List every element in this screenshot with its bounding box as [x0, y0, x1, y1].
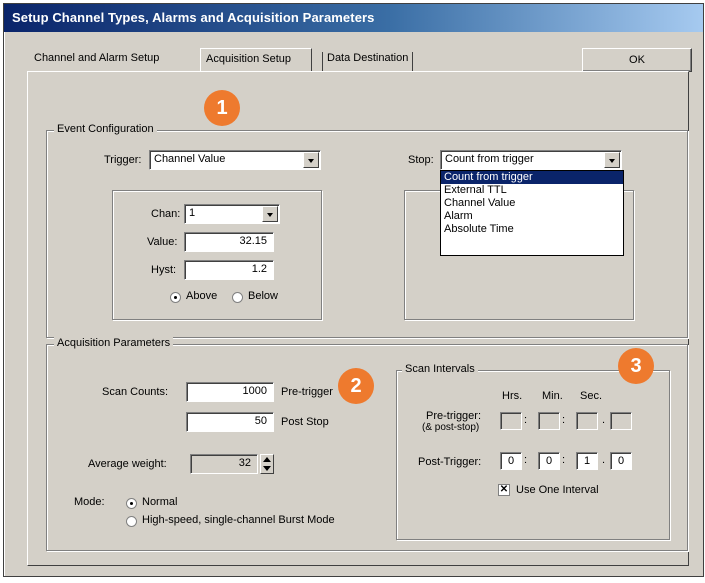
min-header: Min. [542, 390, 563, 402]
spinner-arrows-icon [263, 457, 271, 471]
pretrigger-interval-sublabel: (& post-stop) [422, 422, 480, 433]
stop-dropdown-list[interactable]: Count from trigger External TTL Channel … [440, 170, 624, 256]
mode-burst-radio[interactable] [126, 516, 137, 527]
dialog-window: Setup Channel Types, Alarms and Acquisit… [3, 3, 704, 577]
chevron-down-icon[interactable] [604, 152, 620, 168]
average-weight-input[interactable]: 32 [190, 454, 258, 474]
pretrigger-interval-label: Pre-trigger: [426, 410, 482, 422]
scan-counts-label: Scan Counts: [102, 386, 169, 398]
pre-sec-input[interactable] [576, 412, 598, 430]
trigger-select[interactable]: Channel Value [149, 150, 321, 170]
post-min-input[interactable]: 0 [538, 452, 560, 470]
stop-select[interactable]: Count from trigger [440, 150, 622, 170]
below-radio[interactable] [232, 292, 243, 303]
event-config-label: Event Configuration [54, 123, 157, 135]
pretrigger-count-input[interactable]: 1000 [186, 382, 274, 402]
hyst-label: Hyst: [151, 264, 177, 276]
hyst-input[interactable]: 1.2 [184, 260, 274, 280]
value-input[interactable]: 32.15 [184, 232, 274, 252]
above-label: Above [186, 290, 218, 302]
stop-option[interactable]: Channel Value [441, 197, 623, 210]
stop-option[interactable]: Alarm [441, 210, 623, 223]
stop-option[interactable]: Count from trigger [441, 171, 623, 184]
poststop-count-input[interactable]: 50 [186, 412, 274, 432]
pre-min-input[interactable] [538, 412, 560, 430]
chevron-down-icon[interactable] [303, 152, 319, 168]
window-title: Setup Channel Types, Alarms and Acquisit… [12, 10, 375, 25]
chan-select[interactable]: 1 [184, 204, 280, 224]
pre-hrs-input[interactable] [500, 412, 522, 430]
pre-frac-input[interactable] [610, 412, 632, 430]
value-label: Value: [147, 236, 178, 248]
scan-intervals-label: Scan Intervals [402, 363, 478, 375]
mode-burst-label: High-speed, single-channel Burst Mode [142, 514, 335, 526]
pretrigger-count-label: Pre-trigger [281, 386, 333, 398]
callout-badge-3: 3 [618, 348, 654, 384]
post-sec-input[interactable]: 1 [576, 452, 598, 470]
post-hrs-input[interactable]: 0 [500, 452, 522, 470]
trigger-label: Trigger: [104, 154, 142, 166]
callout-badge-1: 1 [204, 90, 240, 126]
average-weight-label: Average weight: [88, 458, 167, 470]
below-label: Below [248, 290, 278, 302]
use-one-interval-checkbox[interactable]: ✕ [498, 484, 510, 496]
stop-option[interactable]: External TTL [441, 184, 623, 197]
mode-normal-label: Normal [142, 496, 178, 508]
tab-channel-alarm-setup[interactable]: Channel and Alarm Setup [34, 52, 159, 71]
average-weight-spinner[interactable] [260, 454, 274, 474]
post-frac-input[interactable]: 0 [610, 452, 632, 470]
posttrigger-interval-label: Post-Trigger: [418, 456, 482, 468]
mode-normal-radio[interactable] [126, 498, 137, 509]
poststop-count-label: Post Stop [281, 416, 329, 428]
sec-header: Sec. [580, 390, 603, 402]
tab-acquisition-setup[interactable]: Acquisition Setup [200, 48, 312, 72]
mode-label: Mode: [74, 496, 105, 508]
acquisition-params-label: Acquisition Parameters [54, 337, 174, 349]
stop-label: Stop: [408, 154, 434, 166]
hrs-header: Hrs. [502, 390, 523, 402]
title-bar[interactable]: Setup Channel Types, Alarms and Acquisit… [4, 4, 703, 32]
use-one-interval-label: Use One Interval [516, 484, 599, 496]
chan-label: Chan: [151, 208, 181, 220]
stop-option[interactable]: Absolute Time [441, 223, 623, 236]
above-radio[interactable] [170, 292, 181, 303]
callout-badge-2: 2 [338, 368, 374, 404]
chevron-down-icon[interactable] [262, 206, 278, 222]
tab-data-destination[interactable]: Data Destination [322, 52, 414, 71]
ok-button[interactable]: OK [582, 48, 692, 72]
